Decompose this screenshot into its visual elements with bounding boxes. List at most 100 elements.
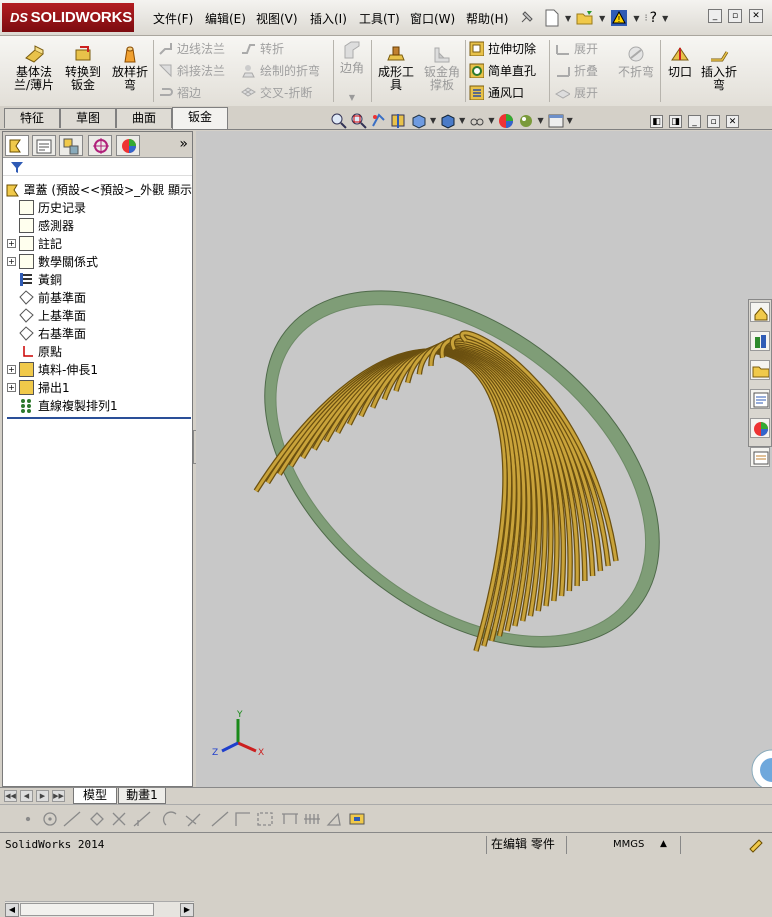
expand-node-icon[interactable]: +	[7, 238, 16, 248]
feature-tree-tab-icon[interactable]	[5, 135, 29, 156]
doc-close-button[interactable]: ✕	[726, 115, 739, 128]
corners-button[interactable]: 边角 ▼	[337, 40, 367, 104]
arc-tool-icon[interactable]	[162, 811, 177, 826]
lofted-bend-button[interactable]: 放样折弯	[109, 44, 151, 92]
view-settings-dropdown-icon[interactable]: ▼	[567, 116, 573, 125]
tab-sheet-metal[interactable]: 钣金	[172, 107, 228, 129]
previous-view-icon[interactable]	[370, 112, 387, 129]
base-flange-button[interactable]: 基体法兰/薄片	[10, 44, 58, 92]
scroll-left-button[interactable]: ◀	[5, 903, 19, 917]
hem-button[interactable]: 褶边	[158, 82, 201, 102]
tab-features[interactable]: 特征	[4, 108, 60, 128]
tree-horizontal-scrollbar[interactable]: ◀ ▶	[5, 901, 194, 917]
rectangle-tool-icon[interactable]	[257, 812, 273, 826]
miter-flange-button[interactable]: 斜接法兰	[158, 60, 225, 80]
expand-node-icon[interactable]: +	[7, 382, 16, 392]
insert-bends-button[interactable]: 插入折弯	[699, 44, 739, 92]
feature-tree-filter[interactable]	[3, 158, 192, 176]
help-icon[interactable]: ?	[650, 10, 657, 26]
circle-tool-icon[interactable]	[43, 812, 57, 826]
open-folder-icon[interactable]	[576, 9, 594, 27]
angle-tool-icon[interactable]	[326, 812, 341, 826]
edit-appearance-icon[interactable]	[497, 112, 514, 129]
sheet-metal-gusset-button[interactable]: 钣金角撑板	[421, 44, 463, 92]
hide-show-items-icon[interactable]	[468, 112, 485, 129]
flatten-button[interactable]: 展开	[555, 82, 598, 102]
tree-item[interactable]: + 數學關係式	[3, 252, 192, 270]
corner-tool-icon[interactable]	[235, 812, 250, 826]
menu-window[interactable]: 窗口(W)	[410, 10, 455, 27]
dimxpert-tab-icon[interactable]	[88, 135, 112, 156]
offset-tool-icon[interactable]	[185, 813, 201, 827]
display-style-dropdown-icon[interactable]: ▼	[459, 116, 465, 125]
last-tab-button[interactable]: ▶▶	[52, 790, 65, 802]
file-explorer-icon[interactable]	[750, 360, 770, 380]
solidworks-resources-icon[interactable]	[750, 302, 770, 322]
display-manager-tab-icon[interactable]	[116, 135, 140, 156]
no-bends-button[interactable]: 不折弯	[614, 44, 658, 79]
tree-item[interactable]: 前基準面	[3, 288, 192, 306]
simple-hole-button[interactable]: 简单直孔	[469, 60, 536, 80]
vent-button[interactable]: 通风口	[469, 82, 524, 102]
zoom-to-fit-icon[interactable]	[330, 112, 347, 129]
tab-sketch[interactable]: 草图	[60, 108, 116, 128]
tile-left-button[interactable]: ◧	[650, 115, 663, 128]
tree-item[interactable]: 历史记录	[3, 198, 192, 216]
tile-right-button[interactable]: ◨	[669, 115, 682, 128]
hide-show-dropdown-icon[interactable]: ▼	[488, 116, 494, 125]
doc-restore-button[interactable]: ▫	[707, 115, 720, 128]
linear-pattern-tool-icon[interactable]	[304, 814, 320, 824]
mirror-tool-icon[interactable]	[133, 811, 151, 827]
close-window-button[interactable]: ✕	[749, 9, 763, 23]
help-dropdown-icon[interactable]: ▼	[662, 14, 668, 23]
solidworks-assistant-icon[interactable]	[750, 748, 772, 787]
apply-scene-icon[interactable]	[517, 112, 534, 129]
construction-line-icon[interactable]	[211, 811, 229, 827]
corners-dropdown-icon[interactable]: ▼	[337, 91, 367, 104]
tab-model[interactable]: 模型	[73, 788, 117, 804]
cross-break-button[interactable]: 交叉-折断	[241, 82, 312, 102]
menu-file[interactable]: 文件(F)	[153, 10, 193, 27]
tree-item[interactable]: 右基準面	[3, 324, 192, 342]
tree-item[interactable]: 直線複製排列1	[3, 396, 192, 414]
custom-properties-icon[interactable]	[750, 447, 770, 467]
expand-panel-icon[interactable]: »	[179, 136, 188, 152]
doc-minimize-button[interactable]: _	[688, 115, 701, 128]
sketched-bend-button[interactable]: 绘制的折弯	[241, 60, 320, 80]
rebuild-warning-icon[interactable]: !	[610, 9, 628, 27]
section-view-icon[interactable]	[390, 112, 407, 129]
tab-animation[interactable]: 動畫1	[118, 788, 166, 804]
filter-icon[interactable]	[10, 160, 24, 174]
tree-item[interactable]: + 掃出1	[3, 378, 192, 396]
tab-surfaces[interactable]: 曲面	[116, 108, 172, 128]
display-style-icon[interactable]	[439, 112, 456, 129]
point-tool-icon[interactable]	[25, 816, 31, 822]
restore-window-button[interactable]: ▫	[728, 9, 742, 23]
property-manager-tab-icon[interactable]	[32, 135, 56, 156]
fold-button[interactable]: 折叠	[555, 60, 598, 80]
relations-tool-icon[interactable]	[349, 813, 365, 825]
trim-tool-icon[interactable]	[112, 812, 126, 826]
menu-tools[interactable]: 工具(T)	[359, 10, 400, 27]
solidworks-logo[interactable]: DS SOLIDWORKS	[2, 3, 134, 32]
expand-node-icon[interactable]: +	[7, 364, 16, 374]
prev-tab-button[interactable]: ◀	[20, 790, 33, 802]
tree-item[interactable]: 感測器	[3, 216, 192, 234]
dimension-tool-icon[interactable]	[282, 813, 298, 824]
tree-item[interactable]: + 註記	[3, 234, 192, 252]
new-dropdown-icon[interactable]: ▼	[565, 14, 571, 23]
tree-item[interactable]: 黃銅	[3, 270, 192, 288]
view-palette-icon[interactable]	[750, 389, 770, 409]
new-document-icon[interactable]	[544, 9, 560, 27]
edge-flange-button[interactable]: 边线法兰	[158, 38, 225, 58]
pin-icon[interactable]	[519, 9, 535, 25]
rebuild-dropdown-icon[interactable]: ▼	[633, 14, 639, 23]
menu-insert[interactable]: 插入(I)	[310, 10, 347, 27]
rip-button[interactable]: 切口	[664, 44, 696, 79]
scene-dropdown-icon[interactable]: ▼	[537, 116, 543, 125]
menu-edit[interactable]: 编辑(E)	[205, 10, 246, 27]
graphics-area[interactable]: Y X Z	[196, 131, 772, 787]
configuration-manager-tab-icon[interactable]	[59, 135, 83, 156]
next-tab-button[interactable]: ▶	[36, 790, 49, 802]
tree-root-part[interactable]: 罩蓋 (預設<<預設>_外觀 顯示	[3, 180, 192, 198]
